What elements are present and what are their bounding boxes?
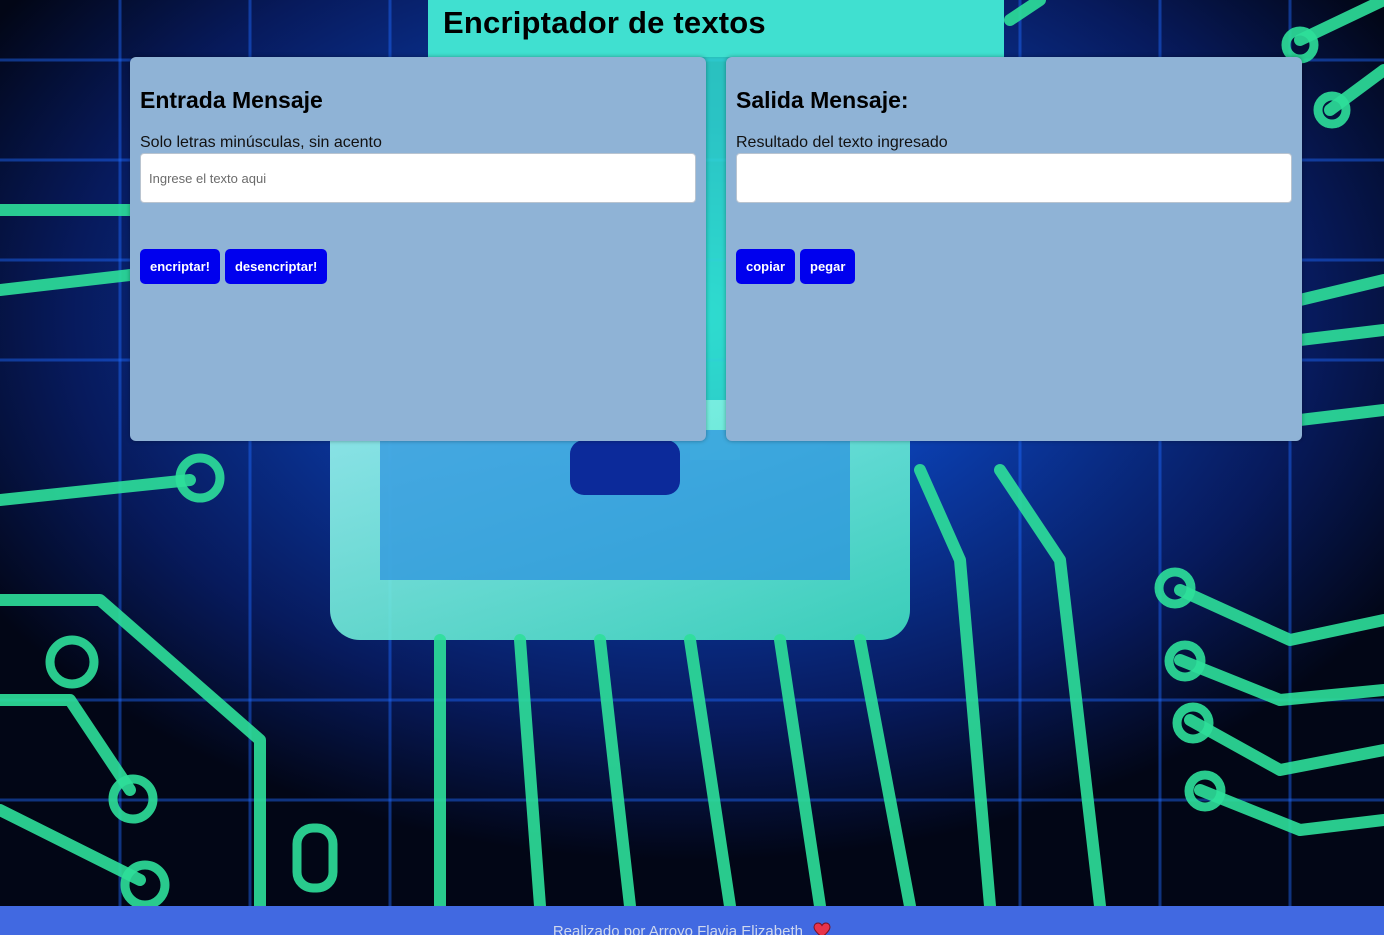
page-footer: Realizado por Arroyo Flavia Elizabeth — [0, 906, 1384, 935]
input-hint: Solo letras minúsculas, sin acento — [140, 134, 382, 151]
output-panel: Salida Mensaje: Resultado del texto ingr… — [726, 57, 1302, 441]
heart-icon — [813, 922, 831, 935]
page: Encriptador de textos Entrada Mensaje So… — [0, 0, 1384, 935]
encrypt-button[interactable]: encriptar! — [140, 249, 220, 284]
input-panel-title: Entrada Mensaje — [140, 87, 323, 113]
page-title: Encriptador de textos — [443, 5, 766, 40]
paste-button[interactable]: pegar — [800, 249, 856, 284]
page-header: Encriptador de textos — [428, 0, 1004, 57]
message-input[interactable] — [140, 153, 696, 203]
result-output[interactable] — [736, 153, 1292, 203]
decrypt-button[interactable]: desencriptar! — [224, 249, 328, 284]
footer-credit-line: Realizado por Arroyo Flavia Elizabeth — [0, 922, 1384, 935]
input-panel: Entrada Mensaje Solo letras minúsculas, … — [130, 57, 706, 441]
output-button-row: copiar pegar — [736, 249, 856, 284]
footer-credit-text: Realizado por Arroyo Flavia Elizabeth — [552, 922, 803, 935]
input-button-row: encriptar! desencriptar! — [140, 249, 328, 284]
copy-button[interactable]: copiar — [736, 249, 796, 284]
output-hint: Resultado del texto ingresado — [736, 134, 948, 151]
output-panel-title: Salida Mensaje: — [736, 87, 909, 113]
